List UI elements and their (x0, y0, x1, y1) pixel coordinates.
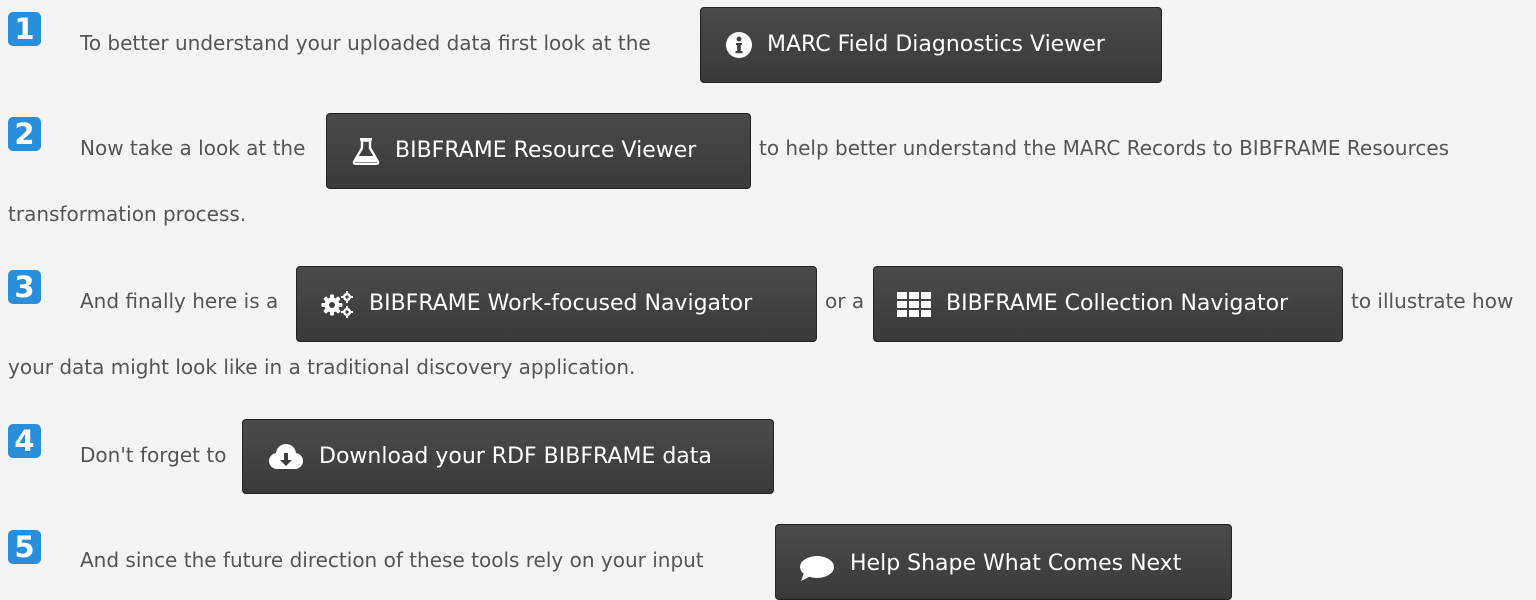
button-label: BIBFRAME Resource Viewer (395, 138, 697, 163)
marc-field-diagnostics-viewer-button[interactable]: MARC Field Diagnostics Viewer (700, 7, 1162, 83)
button-label: Download your RDF BIBFRAME data (319, 443, 712, 469)
button-label: MARC Field Diagnostics Viewer (767, 32, 1105, 57)
step-text: And finally here is a (80, 289, 279, 313)
step-text: Don't forget to (80, 443, 227, 467)
download-rdf-bibframe-data-button[interactable]: Download your RDF BIBFRAME data (242, 419, 774, 494)
bibframe-collection-navigator-button[interactable]: BIBFRAME Collection Navigator (873, 266, 1343, 342)
step-number-badge: 5 (8, 530, 41, 564)
step-text: To better understand your uploaded data … (80, 31, 651, 55)
step-text-middle: or a (825, 289, 865, 313)
step-text-after: to illustrate how (1351, 289, 1514, 313)
comment-icon (798, 555, 836, 581)
cloud-download-icon (267, 443, 305, 471)
help-shape-what-comes-next-button[interactable]: Help Shape What Comes Next (775, 524, 1232, 600)
step-text-continued: transformation process. (8, 202, 247, 226)
step-text-continued: your data might look like in a tradition… (8, 355, 636, 379)
button-label: BIBFRAME Work-focused Navigator (369, 291, 753, 316)
button-label: BIBFRAME Collection Navigator (946, 291, 1289, 316)
step-text-after: to help better understand the MARC Recor… (759, 136, 1450, 160)
bibframe-work-focused-navigator-button[interactable]: BIBFRAME Work-focused Navigator (296, 266, 817, 342)
button-label: Help Shape What Comes Next (850, 551, 1182, 576)
step-text: And since the future direction of these … (80, 548, 704, 572)
step-number-badge: 4 (8, 424, 41, 458)
step-number-badge: 3 (8, 270, 41, 304)
step-number-badge: 1 (8, 12, 41, 46)
step-text: Now take a look at the (80, 136, 306, 160)
grid-icon (896, 291, 932, 317)
step-number-badge: 2 (8, 117, 41, 151)
gears-icon (319, 289, 355, 319)
bibframe-resource-viewer-button[interactable]: BIBFRAME Resource Viewer (326, 113, 751, 189)
info-circle-icon (725, 31, 753, 59)
flask-icon (351, 137, 381, 165)
